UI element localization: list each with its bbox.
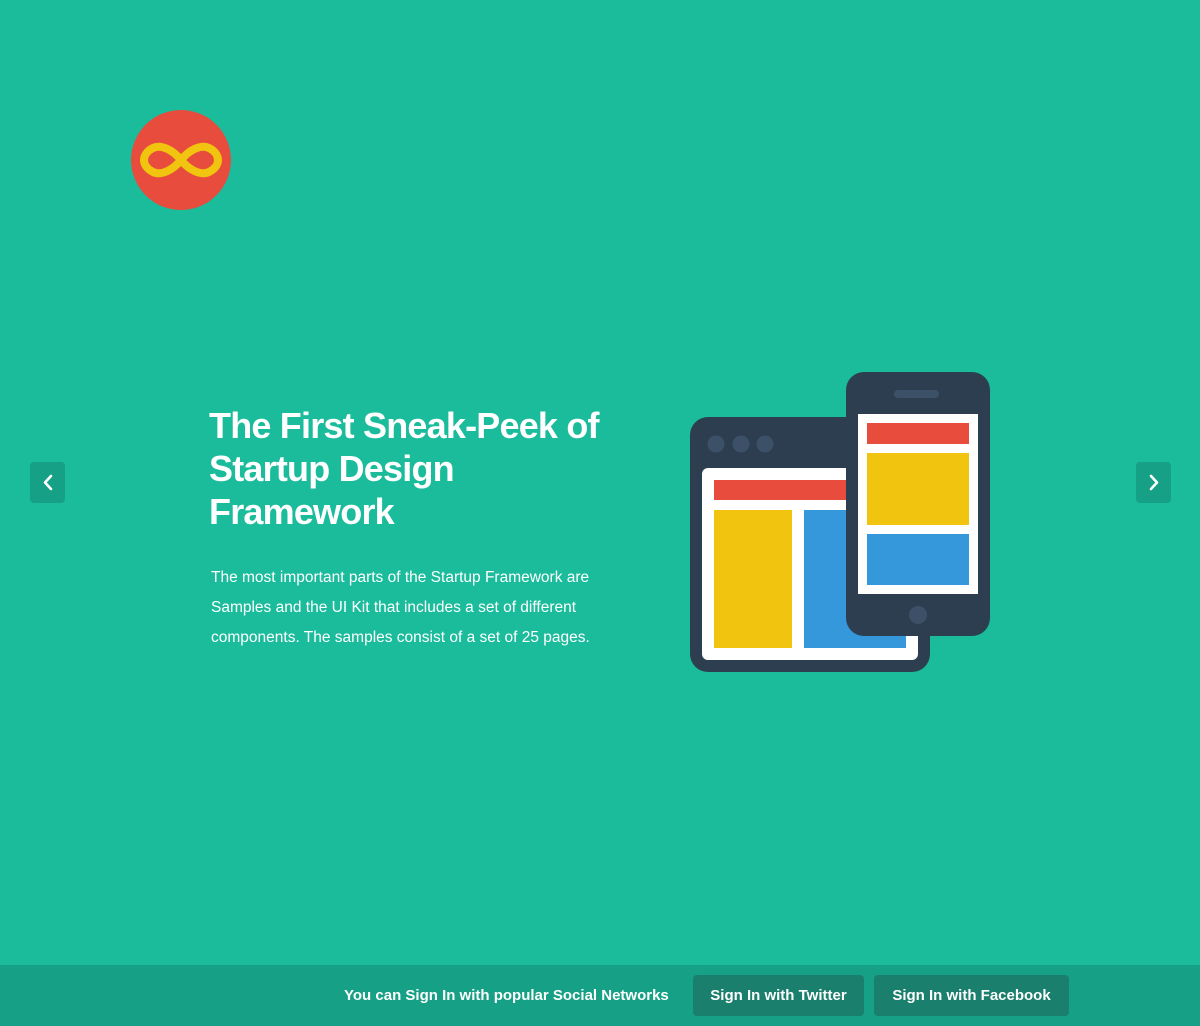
footer-bar: You can Sign In with popular Social Netw… xyxy=(0,965,1200,1026)
hero-title: The First Sneak-Peek of Startup Design F… xyxy=(209,405,600,532)
hero-description: The most important parts of the Startup … xyxy=(211,569,590,646)
chevron-right-icon xyxy=(1149,474,1158,491)
infinity-logo-icon xyxy=(140,142,222,178)
carousel-next-button[interactable] xyxy=(1136,462,1171,503)
phone-illustration xyxy=(846,372,990,636)
footer-text: You can Sign In with popular Social Netw… xyxy=(344,987,669,1004)
sign-in-twitter-button[interactable]: Sign In with Twitter xyxy=(693,975,864,1016)
carousel-prev-button[interactable] xyxy=(30,462,65,503)
sign-in-facebook-button[interactable]: Sign In with Facebook xyxy=(874,975,1069,1016)
brand-logo[interactable] xyxy=(131,110,231,210)
chevron-left-icon xyxy=(43,474,52,491)
devices-illustration xyxy=(690,372,990,672)
